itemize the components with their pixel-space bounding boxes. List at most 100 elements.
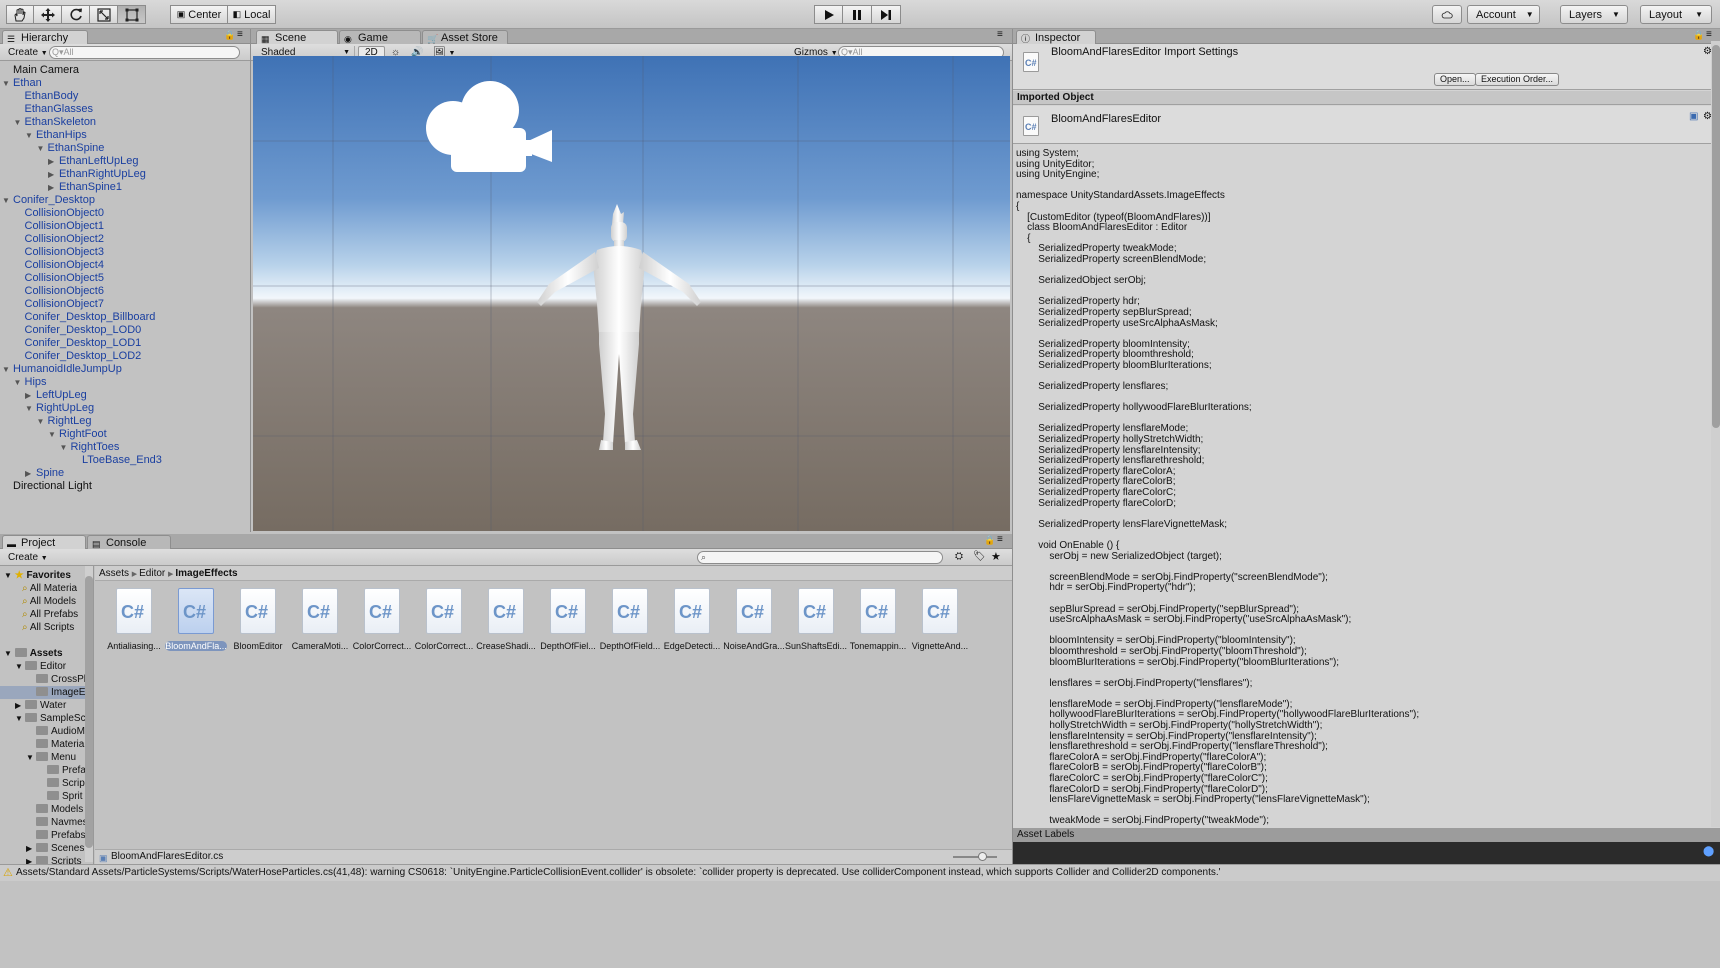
- hierarchy-item[interactable]: LToeBase_End3: [71, 454, 162, 467]
- folder-tree-item[interactable]: Prefa: [0, 764, 85, 777]
- panel-menu-icon[interactable]: ≡: [997, 534, 1003, 545]
- book-icon[interactable]: ▣: [1689, 111, 1698, 122]
- asset-item[interactable]: C# CameraMoti...: [289, 588, 351, 652]
- fold-arrow-icon[interactable]: ▼: [15, 660, 25, 673]
- asset-item[interactable]: C# CreaseShadi...: [475, 588, 537, 652]
- fold-arrow-icon[interactable]: ▶: [15, 699, 25, 712]
- panel-menu-icon[interactable]: ≡: [237, 29, 243, 40]
- open-button[interactable]: Open...: [1434, 73, 1476, 86]
- fold-arrow-icon[interactable]: ▼: [37, 415, 48, 428]
- asset-item[interactable]: C# DepthOfField...: [599, 588, 661, 652]
- hierarchy-item[interactable]: Conifer_Desktop_LOD2: [14, 350, 142, 363]
- hierarchy-item[interactable]: CollisionObject5: [14, 272, 104, 285]
- project-create-button[interactable]: Create ▼: [2, 551, 54, 564]
- asset-item[interactable]: C# BloomEditor: [227, 588, 289, 652]
- fold-arrow-icon[interactable]: ▼: [2, 77, 13, 90]
- favorite-item[interactable]: ⌕ All Materia: [22, 582, 86, 595]
- pivot-center-button[interactable]: ▣ Center: [170, 5, 228, 24]
- hierarchy-item[interactable]: ▼ RightUpLeg: [25, 402, 94, 415]
- hierarchy-item[interactable]: CollisionObject7: [14, 298, 104, 311]
- asset-item[interactable]: C# EdgeDetecti...: [661, 588, 723, 652]
- tab-hierarchy[interactable]: ☰ Hierarchy: [2, 30, 88, 44]
- status-bar[interactable]: ⚠ Assets/Standard Assets/ParticleSystems…: [0, 864, 1720, 881]
- fold-arrow-icon[interactable]: ▼: [2, 363, 13, 376]
- hierarchy-item[interactable]: ▼ Conifer_Desktop: [2, 194, 95, 207]
- hierarchy-item[interactable]: ▼ RightToes: [60, 441, 120, 454]
- lock-icon[interactable]: 🔒: [224, 30, 235, 41]
- hierarchy-search-input[interactable]: Q▾All: [49, 46, 240, 59]
- hierarchy-create-button[interactable]: Create ▼: [2, 46, 54, 59]
- fold-arrow-icon[interactable]: ▶: [25, 389, 36, 402]
- rect-tool-button[interactable]: [118, 5, 146, 24]
- fold-arrow-icon[interactable]: ▼: [2, 194, 13, 207]
- fold-arrow-icon[interactable]: ▼: [48, 428, 59, 441]
- hierarchy-item[interactable]: Conifer_Desktop_LOD1: [14, 337, 142, 350]
- fold-arrow-icon[interactable]: ▼: [14, 116, 25, 129]
- hierarchy-item[interactable]: CollisionObject4: [14, 259, 104, 272]
- fold-arrow-icon[interactable]: ▼: [25, 402, 36, 415]
- panel-menu-icon[interactable]: ≡: [1706, 29, 1712, 40]
- folder-tree-item[interactable]: AudioM: [0, 725, 85, 738]
- assets-header[interactable]: ▼ Assets: [4, 647, 63, 660]
- folder-tree-item[interactable]: ▶ Water: [0, 699, 85, 712]
- camera-gizmo-icon[interactable]: [425, 80, 560, 180]
- hierarchy-item[interactable]: Directional Light: [2, 480, 92, 493]
- tab-scene[interactable]: ▦ Scene: [256, 30, 338, 44]
- panel-menu-icon[interactable]: ≡: [997, 29, 1003, 40]
- hierarchy-item[interactable]: CollisionObject3: [14, 246, 104, 259]
- tree-scrollbar[interactable]: [85, 566, 93, 862]
- hierarchy-item[interactable]: CollisionObject0: [14, 207, 104, 220]
- breadcrumb-editor[interactable]: Editor: [139, 568, 165, 579]
- hierarchy-item[interactable]: ▶ Spine: [25, 467, 64, 480]
- asset-item[interactable]: C# Antialiasing...: [103, 588, 165, 652]
- tab-game[interactable]: ◉ Game: [339, 30, 421, 44]
- favorite-star-icon[interactable]: ★: [991, 550, 1001, 563]
- layers-dropdown[interactable]: Layers ▼: [1560, 5, 1628, 24]
- lock-icon[interactable]: 🔒: [1693, 30, 1704, 41]
- favorites-header[interactable]: ▼ ★ Favorites: [4, 569, 71, 582]
- hierarchy-item[interactable]: ▼ HumanoidIdleJumpUp: [2, 363, 122, 376]
- folder-tree-item[interactable]: Materia: [0, 738, 85, 751]
- fold-arrow-icon[interactable]: ▶: [25, 467, 36, 480]
- hierarchy-item[interactable]: ▼ RightLeg: [37, 415, 92, 428]
- hierarchy-item[interactable]: EthanBody: [14, 90, 79, 103]
- play-button[interactable]: [814, 5, 843, 24]
- fold-arrow-icon[interactable]: ▶: [26, 842, 36, 855]
- scrollbar-thumb[interactable]: [85, 576, 93, 848]
- layout-dropdown[interactable]: Layout ▼: [1640, 5, 1712, 24]
- favorite-item[interactable]: ⌕ All Models: [22, 595, 86, 608]
- asset-item[interactable]: C# NoiseAndGra...: [723, 588, 785, 652]
- fold-arrow-icon[interactable]: ▶: [48, 155, 59, 168]
- cloud-button[interactable]: [1432, 5, 1462, 24]
- breadcrumb-assets[interactable]: Assets: [99, 568, 129, 579]
- zoom-slider-handle[interactable]: [978, 852, 987, 861]
- filter-type-icon[interactable]: ⛭: [955, 551, 963, 562]
- account-dropdown[interactable]: Account ▼: [1467, 5, 1540, 24]
- folder-tree-item[interactable]: ▼ Editor: [0, 660, 85, 673]
- tab-asset-store[interactable]: 🛒 Asset Store: [422, 30, 508, 44]
- hierarchy-item[interactable]: ▼ Hips: [14, 376, 47, 389]
- scale-tool-button[interactable]: [90, 5, 118, 24]
- asset-item[interactable]: C# VignetteAnd...: [909, 588, 971, 652]
- hierarchy-item[interactable]: ▼ EthanSkeleton: [14, 116, 97, 129]
- folder-tree-item[interactable]: ▶ Scenes: [0, 842, 85, 855]
- fold-arrow-icon[interactable]: ▶: [48, 168, 59, 181]
- lock-icon[interactable]: 🔒: [984, 535, 995, 546]
- pause-button[interactable]: [843, 5, 872, 24]
- fold-arrow-icon[interactable]: ▼: [15, 712, 25, 725]
- hierarchy-item[interactable]: ▼ EthanSpine: [37, 142, 105, 155]
- hierarchy-item[interactable]: EthanGlasses: [14, 103, 93, 116]
- rotate-tool-button[interactable]: [62, 5, 90, 24]
- execution-order-button[interactable]: Execution Order...: [1475, 73, 1560, 86]
- pivot-local-button[interactable]: ◧ Local: [228, 5, 276, 24]
- folder-tree-item[interactable]: ▼ Menu: [0, 751, 85, 764]
- fold-arrow-icon[interactable]: ▶: [48, 181, 59, 194]
- fold-arrow-icon[interactable]: ▼: [14, 376, 25, 389]
- folder-tree-item[interactable]: Sprit: [0, 790, 85, 803]
- asset-item[interactable]: C# BloomAndFla...: [165, 588, 227, 652]
- tab-inspector[interactable]: ⓘ Inspector: [1016, 30, 1096, 44]
- fold-arrow-icon[interactable]: ▼: [25, 129, 36, 142]
- step-button[interactable]: [872, 5, 901, 24]
- favorite-item[interactable]: ⌕ All Prefabs: [22, 608, 86, 621]
- tag-icon[interactable]: ⬤: [1703, 846, 1714, 857]
